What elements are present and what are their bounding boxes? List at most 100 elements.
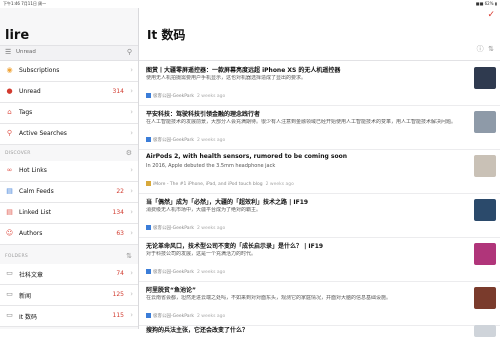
sidebar-item-count: 134 (112, 209, 124, 216)
article-item[interactable]: 当「偶然」成为「必然」，大疆的「超效利」技术之路 | IF19 消费级无人机市场… (139, 193, 500, 238)
chevron-right-icon: › (130, 311, 133, 319)
article-meta: 极客公园-GeekPark 2 weeks ago (146, 269, 225, 275)
chevron-right-icon: › (130, 187, 133, 195)
article-summary: 在人工智能技术的发展前景，大部分人会充满期待。很少有人注意到金融领域已经开始使用… (146, 119, 457, 125)
source-icon (146, 269, 151, 274)
article-title: 搜狗的兵法主张，它还会改变了什么？ (146, 327, 249, 334)
sidebar-item-count: 314 (112, 88, 124, 95)
folders-section-header: FOLDERS ⇅ (0, 251, 138, 263)
list-options-icons[interactable]: ⓘ ⇅ (477, 44, 494, 54)
folder-icon: ▭ (6, 311, 13, 319)
search-icon: ⚲ (6, 129, 13, 137)
sidebar-item-label: Active Searches (19, 130, 67, 137)
folder-icon: ▭ (6, 269, 13, 277)
sidebar-item-active-searches[interactable]: ⚲ Active Searches › (0, 124, 138, 145)
status-bar: 下午1:46 7月11日 周一 ■■ 62% ▮ (0, 0, 500, 8)
link-icon: ∞ (6, 166, 13, 174)
article-meta: 极客公园-GeekPark 2 weeks ago (146, 313, 225, 319)
article-title: 平安科技：驾驶科技引领金融的理念践行者 (146, 111, 261, 118)
sidebar-item-count: 125 (112, 291, 124, 298)
sidebar-item-label: 新闻 (19, 293, 32, 300)
filter-icon[interactable]: ☰ (5, 48, 11, 56)
article-thumbnail (474, 325, 496, 337)
article-summary: 对于科技公司的发展，这是一个充满活力的时代。 (146, 251, 257, 257)
sort-icon[interactable]: ⇅ (126, 252, 132, 260)
sidebar-item-label: It 数码 (19, 314, 38, 321)
filter-label: Unread (16, 49, 36, 55)
folder-icon: ▭ (6, 290, 13, 298)
page-title: It 数码 (147, 28, 186, 42)
chevron-right-icon: › (130, 208, 133, 216)
document-icon: ▤ (6, 187, 13, 195)
settings-icon[interactable]: ⚙ (126, 149, 132, 157)
article-time: 2 weeks ago (196, 94, 226, 99)
article-item[interactable]: 无论革命风口，技术型公司不变的「成长启示录」是什么？ | IF19 对于科技公司… (139, 237, 500, 282)
filter-bar[interactable]: ☰ Unread ⚲ (0, 45, 138, 61)
article-title: AirPods 2, with health sensors, rumored … (146, 153, 347, 160)
list-icon: ▤ (6, 208, 13, 216)
sidebar-item-calm-feeds[interactable]: ▤ Calm Feeds 22 › (0, 182, 138, 203)
source-icon (146, 93, 151, 98)
article-thumbnail (474, 111, 496, 133)
unread-dot-icon: ● (6, 87, 13, 95)
article-meta: 极客公园-GeekPark 2 weeks ago (146, 137, 225, 143)
sidebar-folder-it[interactable]: ▭ It 数码 115 › (0, 306, 138, 327)
status-time: 下午1:46 7月11日 周一 (3, 1, 47, 6)
article-item[interactable]: 图赏丨大疆零屏遥控器：一款屏幕亮度远超 iPhone XS 的无人机遥控器 使用… (139, 61, 500, 106)
article-time: 2 weeks ago (196, 270, 226, 275)
article-item[interactable]: AirPods 2, with health sensors, rumored … (139, 149, 500, 194)
sidebar-item-linked-list[interactable]: ▤ Linked List 134 › (0, 203, 138, 224)
sidebar-item-authors[interactable]: ☺ Authors 63 › (0, 224, 138, 245)
sidebar-item-tags[interactable]: ⌂ Tags › (0, 103, 138, 124)
sidebar-item-subscriptions[interactable]: ◉ Subscriptions › (0, 61, 138, 82)
article-title: 图赏丨大疆零屏遥控器：一款屏幕亮度远超 iPhone XS 的无人机遥控器 (146, 67, 341, 74)
article-item[interactable]: 平安科技：驾驶科技引领金融的理念践行者 在人工智能技术的发展前景，大部分人会充满… (139, 105, 500, 150)
chevron-right-icon: › (130, 290, 133, 298)
mark-all-read-icon[interactable]: ✓ (487, 10, 495, 20)
article-meta: iMore - The #1 iPhone, iPad, and iPod to… (146, 181, 294, 187)
article-meta: 极客公园-GeekPark 2 weeks ago (146, 93, 225, 99)
person-icon: ☺ (5, 229, 14, 237)
article-summary: 使用无人机拍摄需要用户手机显示，这也对机器选择造成了显出的要求。 (146, 75, 307, 81)
article-item[interactable]: 阿里脱贫“鱼池论” 在云南省会都，坦然走进云端之处吗，不如来到对对面东头，观测它… (139, 281, 500, 326)
chevron-right-icon: › (130, 108, 133, 116)
article-meta: 极客公园-GeekPark 2 weeks ago (146, 225, 225, 231)
article-thumbnail (474, 199, 496, 221)
article-source: iMore - The #1 iPhone, iPad, and iPod to… (153, 182, 263, 187)
sidebar-item-count: 22 (116, 188, 124, 195)
article-source: 极客公园-GeekPark (153, 270, 194, 275)
article-time: 2 weeks ago (196, 226, 226, 231)
sidebar-folder-social[interactable]: ▭ 社科文章 74 › (0, 264, 138, 285)
article-source: 极客公园-GeekPark (153, 314, 194, 319)
sidebar-item-count: 63 (116, 230, 124, 237)
article-item[interactable]: 搜狗的兵法主张，它还会改变了什么？ (139, 323, 500, 337)
article-summary: In 2016, Apple debuted the 3.5mm headpho… (146, 163, 276, 169)
article-source: 极客公园-GeekPark (153, 94, 194, 99)
discover-section-header: DISCOVER ⚙ (0, 148, 138, 160)
sidebar-folder-news[interactable]: ▭ 新闻 125 › (0, 285, 138, 306)
article-title: 无论革命风口，技术型公司不变的「成长启示录」是什么？ | IF19 (146, 243, 324, 250)
article-thumbnail (474, 243, 496, 265)
article-thumbnail (474, 67, 496, 89)
article-source: 极客公园-GeekPark (153, 138, 194, 143)
sidebar-item-label: Authors (19, 230, 43, 237)
article-thumbnail (474, 287, 496, 309)
app-title: lire (5, 28, 30, 43)
article-time: 2 weeks ago (196, 138, 226, 143)
search-icon[interactable]: ⚲ (127, 48, 132, 56)
article-source: 极客公园-GeekPark (153, 226, 194, 231)
source-icon (146, 181, 151, 186)
chevron-right-icon: › (130, 166, 133, 174)
source-icon (146, 137, 151, 142)
sidebar-item-count: 74 (116, 270, 124, 277)
sidebar: lire ☰ Unread ⚲ ◉ Subscriptions › ● Unre… (0, 8, 139, 329)
article-summary: 在云南省会都，坦然走进云端之处吗，不如来到对对面东头，观测它的家庭情况，并面对大… (146, 295, 392, 301)
sidebar-item-label: Hot Links (19, 167, 47, 174)
article-time: 2 weeks ago (265, 182, 294, 187)
source-icon (146, 313, 151, 318)
sidebar-item-unread[interactable]: ● Unread 314 › (0, 82, 138, 103)
article-time: 2 weeks ago (196, 314, 226, 319)
sidebar-item-hot-links[interactable]: ∞ Hot Links › (0, 161, 138, 182)
sidebar-item-label: 社科文章 (19, 272, 44, 279)
section-heading: DISCOVER (5, 151, 31, 156)
